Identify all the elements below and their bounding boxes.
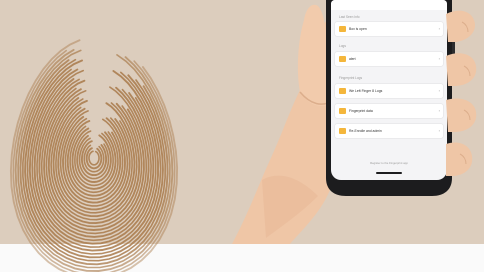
photo-scene: Last Seen Info Box is open › Logs alert … [0, 0, 484, 272]
fingers [446, 10, 477, 176]
